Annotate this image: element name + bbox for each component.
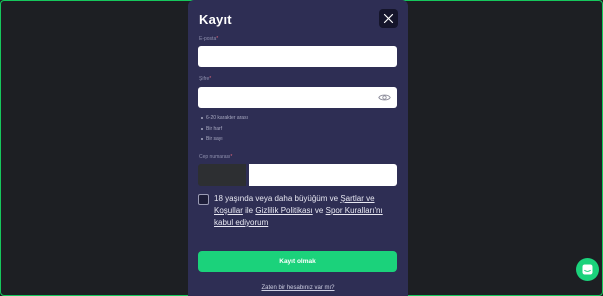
email-label-text: E-posta (199, 36, 217, 42)
close-button[interactable] (379, 9, 398, 28)
email-label: E-posta* (199, 36, 218, 42)
phone-required-mark: * (230, 154, 233, 160)
password-field[interactable] (198, 87, 397, 108)
email-required-mark: * (216, 36, 219, 42)
sports-rules-link[interactable]: Spor Kuralları'nı (326, 206, 383, 215)
phone-field[interactable] (249, 164, 397, 186)
consent-between-1: ile (242, 206, 256, 215)
eye-icon[interactable] (378, 93, 391, 102)
registration-modal: Kayıt E-posta* Şifre* 6-20 karakter aras… (188, 0, 408, 296)
password-rules: 6-20 karakter arası Bir harf Bir sayı (201, 113, 248, 145)
country-code-select[interactable] (198, 164, 246, 186)
chat-icon (582, 264, 593, 275)
accept-link[interactable]: kabul ediyorum (214, 218, 268, 227)
consent-between-2: ve (312, 206, 326, 215)
consent-prefix: 18 yaşında veya daha büyüğüm ve (214, 194, 341, 203)
register-button[interactable]: Kayıt olmak (198, 251, 397, 272)
phone-label-text: Cep numarası (199, 154, 231, 160)
chat-button[interactable] (576, 258, 599, 281)
phone-label: Cep numarası* (199, 154, 232, 160)
password-label-text: Şifre (199, 76, 210, 82)
consent-checkbox[interactable] (198, 194, 209, 205)
password-label: Şifre* (199, 76, 211, 82)
consent-text: 18 yaşında veya daha büyüğüm ve Şartlar … (214, 193, 396, 229)
password-rule-length: 6-20 karakter arası (201, 113, 248, 124)
privacy-link[interactable]: Gizlilik Politikası (255, 206, 312, 215)
email-field[interactable] (198, 46, 397, 67)
password-rule-letter: Bir harf (201, 124, 248, 135)
password-required-mark: * (209, 76, 212, 82)
modal-title: Kayıt (199, 12, 232, 27)
close-icon (383, 13, 394, 24)
login-link[interactable]: Zaten bir hesabınız var mı? (188, 285, 408, 291)
password-rule-digit: Bir sayı (201, 134, 248, 145)
